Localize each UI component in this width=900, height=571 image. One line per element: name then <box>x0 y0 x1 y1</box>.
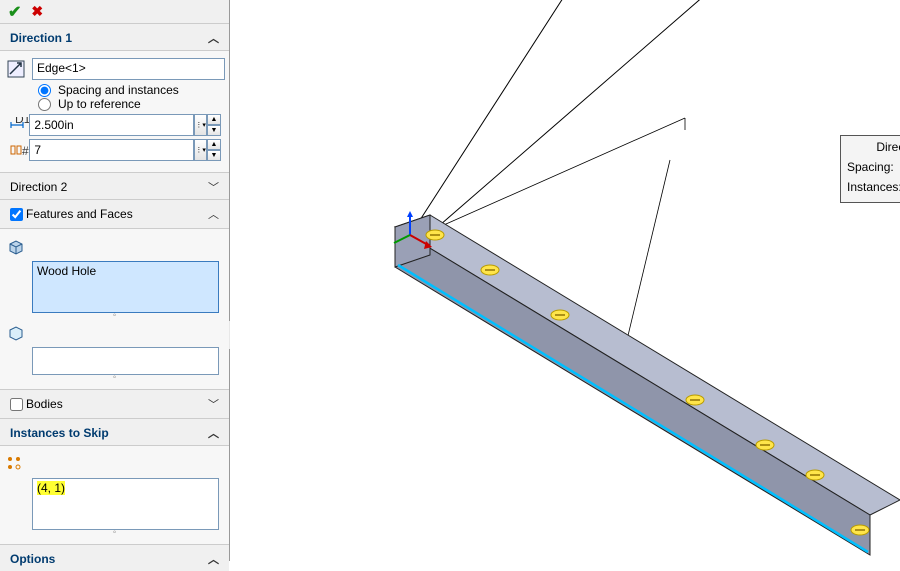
face-icon <box>4 322 28 344</box>
skip-icon <box>4 453 28 475</box>
callout-spacing-label: Spacing: <box>847 160 894 174</box>
ok-button[interactable]: ✔ <box>8 2 21 22</box>
chevron-up-icon: ︿ <box>208 206 219 222</box>
direction-edge-field[interactable]: Edge<1> <box>32 58 225 80</box>
resize-handle-icon[interactable]: ◦ <box>4 530 225 536</box>
reference-mode-row: Up to reference <box>38 97 225 111</box>
instances-increment[interactable]: ▲ <box>207 139 221 150</box>
chevron-up-icon: ︿ <box>208 551 219 567</box>
spacing-input[interactable] <box>29 114 194 136</box>
spacing-dropdown[interactable]: ⋮▾ <box>194 114 207 136</box>
instance-count-icon: # <box>8 139 29 161</box>
bodies-header[interactable]: Bodies ﹀ <box>0 390 229 419</box>
instances-dropdown[interactable]: ⋮▾ <box>194 139 207 161</box>
instances-skip-header[interactable]: Instances to Skip ︿ <box>0 419 229 446</box>
chevron-down-icon: ﹀ <box>208 396 219 412</box>
up-to-reference-radio[interactable] <box>38 98 51 111</box>
instances-skip-body: (4, 1) ◦ <box>0 446 229 545</box>
spacing-instances-label: Spacing and instances <box>58 83 179 97</box>
features-body: Wood Hole ◦ ◦ <box>0 229 229 390</box>
direction2-header[interactable]: Direction 2 ﹀ <box>0 173 229 200</box>
instances-input[interactable] <box>29 139 194 161</box>
spacing-dim-icon: D1 <box>8 114 29 136</box>
instances-decrement[interactable]: ▼ <box>207 150 221 161</box>
chevron-up-icon: ︿ <box>208 30 219 46</box>
cancel-button[interactable]: ✖ <box>31 3 43 20</box>
direction1-body: Edge<1> Spacing and instances Up to refe… <box>0 51 229 173</box>
features-faces-header[interactable]: Features and Faces ︿ <box>0 200 229 229</box>
spacing-increment[interactable]: ▲ <box>207 114 221 125</box>
spacing-instances-radio[interactable] <box>38 84 51 97</box>
direction2-title: Direction 2 <box>10 180 67 194</box>
options-title: Options <box>10 552 55 566</box>
features-faces-title: Features and Faces <box>26 207 133 221</box>
faces-listbox[interactable] <box>32 347 219 375</box>
svg-text:D1: D1 <box>15 117 29 126</box>
resize-handle-icon[interactable]: ◦ <box>4 313 225 319</box>
resize-handle-icon[interactable]: ◦ <box>4 375 225 381</box>
feature-item[interactable]: Wood Hole <box>37 264 214 278</box>
spacing-decrement[interactable]: ▼ <box>207 125 221 136</box>
direction1-callout[interactable]: Direction 1 Spacing: ▲ ▼ Instances: ▲ ▼ <box>840 135 900 203</box>
confirm-bar: ✔ ✖ <box>0 0 229 24</box>
spacing-mode-row: Spacing and instances <box>38 83 225 97</box>
property-manager-panel: ✔ ✖ Direction 1 ︿ Edge<1> Spacing and in… <box>0 0 230 561</box>
chevron-down-icon: ﹀ <box>208 179 219 195</box>
reverse-direction-icon[interactable] <box>4 58 28 80</box>
up-to-reference-label: Up to reference <box>58 97 141 111</box>
feature-icon <box>4 236 28 258</box>
bodies-checkbox[interactable] <box>10 398 23 411</box>
chevron-up-icon: ︿ <box>208 425 219 441</box>
skip-listbox[interactable]: (4, 1) <box>32 478 219 530</box>
callout-title: Direction 1 <box>847 140 900 154</box>
features-faces-checkbox[interactable] <box>10 208 23 221</box>
direction1-header[interactable]: Direction 1 ︿ <box>0 24 229 51</box>
svg-text:#: # <box>22 144 29 158</box>
features-listbox[interactable]: Wood Hole <box>32 261 219 313</box>
callout-instances-label: Instances: <box>847 180 900 194</box>
options-header[interactable]: Options ︿ <box>0 545 229 571</box>
model-geometry <box>230 0 900 561</box>
skip-item[interactable]: (4, 1) <box>37 481 65 495</box>
instances-skip-title: Instances to Skip <box>10 426 109 440</box>
bodies-label: Bodies <box>26 397 63 411</box>
graphics-viewport[interactable]: Direction 1 Spacing: ▲ ▼ Instances: ▲ ▼ <box>230 0 900 561</box>
direction1-title: Direction 1 <box>10 31 72 45</box>
